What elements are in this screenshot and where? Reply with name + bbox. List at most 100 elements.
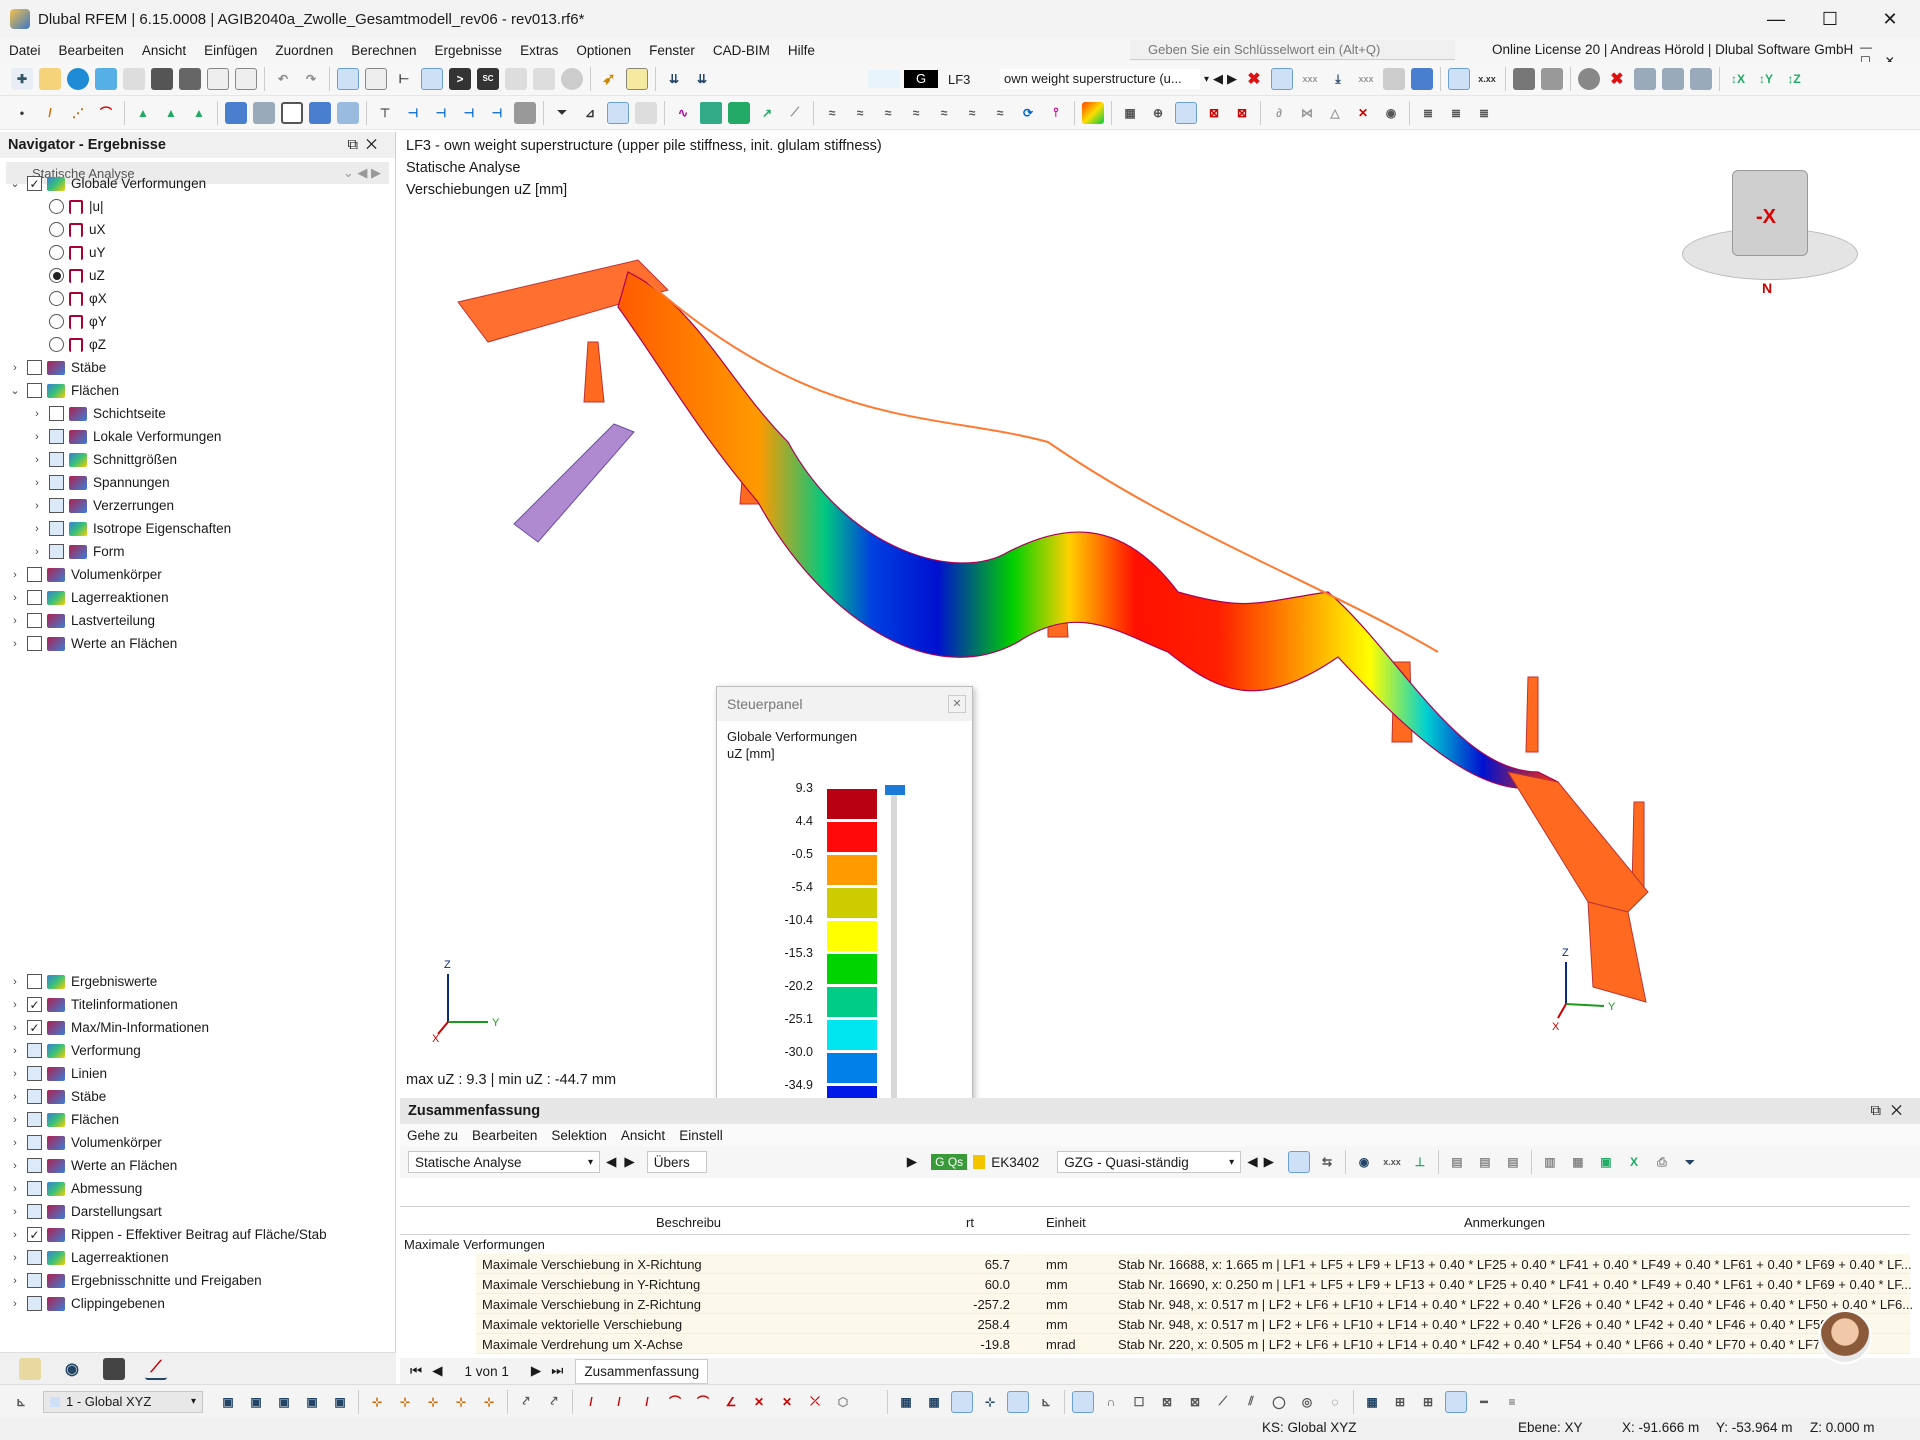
expand-icon[interactable]: › <box>8 1229 22 1241</box>
surface-color-icon[interactable] <box>700 101 722 124</box>
ortho-icon[interactable]: ⊾ <box>1035 1391 1057 1413</box>
layer-stack-2-icon[interactable]: ≣ <box>1445 102 1467 124</box>
columns-icon[interactable]: ▦ <box>1567 1151 1589 1173</box>
connect-3-icon[interactable]: ≈ <box>877 102 899 124</box>
checkbox-checked[interactable]: ✓ <box>27 1227 42 1242</box>
cross-tool-3-icon[interactable]: ⤫ <box>804 1391 826 1413</box>
expand-icon[interactable]: › <box>8 1298 22 1310</box>
expand-icon[interactable]: › <box>30 454 44 466</box>
deformation-icon[interactable]: ⤓ <box>1327 68 1349 90</box>
block-icon[interactable] <box>309 101 331 124</box>
summary-analysis-dropdown[interactable]: Statische Analyse ▾ <box>408 1151 600 1173</box>
checkbox-partial[interactable] <box>27 1066 42 1081</box>
view-y-icon[interactable]: ↕Y <box>1755 68 1777 90</box>
checkbox-unchecked[interactable] <box>27 613 42 628</box>
solid-color-icon[interactable] <box>728 101 750 124</box>
next-loadcase-icon[interactable]: ▶ <box>1227 71 1237 87</box>
checkbox-partial[interactable] <box>27 1273 42 1288</box>
filter-icon[interactable]: ⏷ <box>551 102 573 124</box>
checkbox-unchecked[interactable] <box>27 383 42 398</box>
grid-icon[interactable] <box>1411 68 1433 90</box>
summary-menu-einstellungen[interactable]: Einstell <box>672 1128 730 1143</box>
dimension-2-icon[interactable]: ⊣ <box>430 102 452 124</box>
combo-name-dropdown[interactable]: GZG - Quasi-ständig ▾ <box>1057 1151 1242 1173</box>
angle-tool-icon[interactable]: ∠ <box>720 1391 742 1413</box>
view-tool-2-icon[interactable]: ▣ <box>245 1391 267 1413</box>
search-input[interactable]: Geben Sie ein Schlüsselwort ein (Alt+Q) <box>1130 40 1455 60</box>
document-icon[interactable] <box>235 67 257 90</box>
view-x-icon[interactable]: ↕X <box>1727 68 1749 90</box>
polyline-icon[interactable]: ⋰ <box>67 102 89 124</box>
expand-icon[interactable]: › <box>8 569 22 581</box>
menu-zuordnen[interactable]: Zuordnen <box>266 43 342 58</box>
view-z-icon[interactable]: ↕Z <box>1783 68 1805 90</box>
section-icon[interactable] <box>1541 68 1563 90</box>
checkbox-partial[interactable] <box>49 452 64 467</box>
expand-icon[interactable]: › <box>8 1022 22 1034</box>
rotate-icon[interactable]: ⟳ <box>1017 102 1039 124</box>
values-off-icon[interactable]: xxx <box>1299 68 1321 90</box>
expand-icon[interactable]: › <box>8 1252 22 1264</box>
expand-icon[interactable]: › <box>8 1160 22 1172</box>
export-icon[interactable]: ▣ <box>1595 1151 1617 1173</box>
expand-icon[interactable]: › <box>8 1045 22 1057</box>
opening-icon[interactable] <box>253 101 275 124</box>
checkbox-checked[interactable]: ✓ <box>27 176 42 191</box>
expand-icon[interactable]: › <box>30 500 44 512</box>
first-page-icon[interactable]: ⏮ <box>410 1363 422 1379</box>
next-page-icon[interactable]: ▶ <box>907 1154 917 1170</box>
tree-item[interactable]: › Lagerreaktionen <box>0 1246 396 1269</box>
circle-icon[interactable]: ◎ <box>1296 1391 1318 1413</box>
connect-7-icon[interactable]: ≈ <box>989 102 1011 124</box>
expand-icon[interactable]: › <box>30 431 44 443</box>
combination-selector[interactable]: G Qs EK3402 GZG - Quasi-ständig ▾ ◀ ▶ <box>931 1151 1274 1173</box>
animation-icon[interactable] <box>1513 68 1535 90</box>
wire-icon[interactable] <box>607 101 629 124</box>
grid-toggle-icon[interactable]: ▦ <box>1361 1391 1383 1413</box>
cloud-icon[interactable] <box>95 67 117 90</box>
menu-fenster[interactable]: Fenster <box>640 43 704 58</box>
snap-node-icon[interactable]: ⊹ <box>366 1391 388 1413</box>
arc-icon[interactable]: ⌒ <box>95 102 117 124</box>
snap-mid-icon[interactable]: ⊹ <box>422 1391 444 1413</box>
expand-icon[interactable]: › <box>8 1114 22 1126</box>
previous-combo-icon[interactable]: ◀ <box>1247 1154 1257 1170</box>
tree-item[interactable]: ⌄ ✓ Globale Verformungen <box>0 172 396 195</box>
view-tool-icon[interactable]: ▣ <box>217 1391 239 1413</box>
text-icon[interactable] <box>626 67 648 90</box>
expand-icon[interactable]: › <box>8 615 22 627</box>
summary-menu-bearbeiten[interactable]: Bearbeiten <box>465 1128 544 1143</box>
values-icon[interactable]: xxx <box>1355 68 1377 90</box>
checkbox-partial[interactable] <box>27 1089 42 1104</box>
tree-item[interactable]: › Verformung <box>0 1039 396 1062</box>
tree-item[interactable]: › Stäbe <box>0 356 396 379</box>
view-tool-4-icon[interactable]: ▣ <box>301 1391 323 1413</box>
checkbox-partial[interactable] <box>27 1043 42 1058</box>
expand-icon[interactable]: › <box>8 638 22 650</box>
color-scale-icon[interactable] <box>1082 101 1104 124</box>
checkbox-unchecked[interactable] <box>27 974 42 989</box>
line-style-2-icon[interactable]: ≡ <box>1501 1391 1523 1413</box>
table-icon[interactable] <box>365 67 387 90</box>
layers-icon[interactable] <box>505 67 527 90</box>
expand-icon[interactable]: › <box>8 1206 22 1218</box>
console-icon[interactable]: > <box>449 67 471 90</box>
support-3-icon[interactable]: ▲ <box>188 102 210 124</box>
radio-button[interactable] <box>49 314 64 329</box>
axis-arrows-icon[interactable]: ↗ <box>756 102 778 124</box>
circle-2-icon[interactable]: ◌ <box>1324 1391 1346 1413</box>
results-on-icon[interactable] <box>1271 68 1293 90</box>
expand-icon[interactable]: › <box>8 999 22 1011</box>
dimension-3-icon[interactable]: ⊣ <box>458 102 480 124</box>
tree-item[interactable]: › Werte an Flächen <box>0 632 396 655</box>
tree-item[interactable]: › Stäbe <box>0 1085 396 1108</box>
connect-6-icon[interactable]: ≈ <box>961 102 983 124</box>
grid-snap-icon[interactable]: ▦ <box>895 1391 917 1413</box>
checkbox-checked[interactable]: ✓ <box>27 997 42 1012</box>
checkbox-partial[interactable] <box>27 1135 42 1150</box>
node-icon[interactable]: • <box>11 102 33 124</box>
tree-item[interactable]: › Lagerreaktionen <box>0 586 396 609</box>
stop-icon[interactable]: ✖ <box>1606 68 1628 90</box>
layer-stack-icon[interactable]: ≣ <box>1417 102 1439 124</box>
summary-overview-dropdown[interactable]: Übers <box>646 1151 707 1173</box>
